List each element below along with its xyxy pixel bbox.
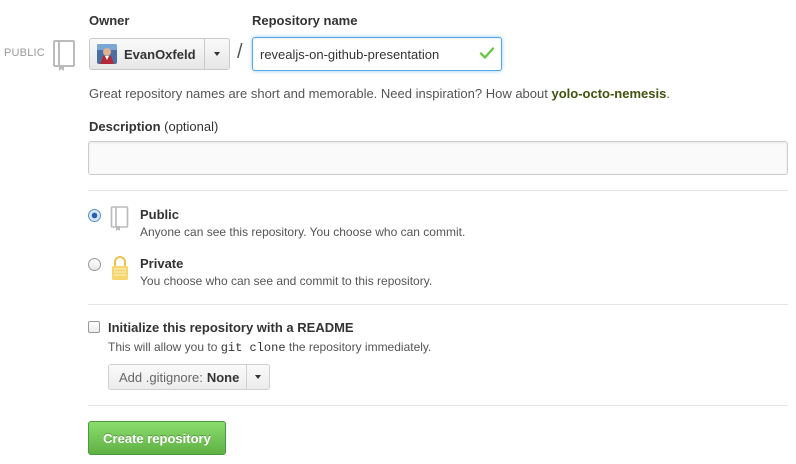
owner-dropdown[interactable]: EvanOxfeld: [89, 38, 230, 70]
readme-desc: This will allow you to git clone the rep…: [108, 340, 432, 355]
divider: [88, 304, 788, 305]
private-title: Private: [140, 256, 184, 271]
owner-repo-separator: /: [237, 41, 243, 63]
private-radio[interactable]: [88, 258, 101, 271]
description-input[interactable]: [88, 141, 788, 175]
repo-name-label: Repository name: [252, 13, 358, 28]
chevron-down-icon[interactable]: [247, 365, 269, 389]
public-book-icon: [110, 206, 129, 231]
description-label: Description (optional): [89, 119, 219, 134]
optional-note: (optional): [164, 119, 219, 134]
check-icon: [479, 47, 495, 59]
readme-title: Initialize this repository with a README: [108, 320, 354, 335]
repo-name-input[interactable]: [252, 37, 502, 71]
public-radio[interactable]: [88, 209, 101, 222]
readme-checkbox[interactable]: [88, 321, 100, 333]
owner-name: EvanOxfeld: [124, 46, 196, 62]
create-repository-button[interactable]: Create repository: [88, 421, 226, 455]
repo-book-icon: [53, 40, 75, 71]
gitignore-value: None: [206, 369, 240, 385]
lock-icon: [112, 256, 128, 280]
owner-label: Owner: [89, 13, 130, 28]
name-suggestion-link[interactable]: yolo-octo-nemesis: [551, 86, 666, 101]
public-desc: Anyone can see this repository. You choo…: [140, 225, 466, 239]
repo-name-hint: Great repository names are short and mem…: [89, 86, 670, 101]
divider: [88, 190, 788, 191]
git-clone-code: git clone: [220, 341, 286, 355]
divider: [88, 405, 788, 406]
private-desc: You choose who can see and commit to thi…: [140, 274, 433, 288]
avatar: [97, 44, 117, 64]
chevron-down-icon[interactable]: [205, 39, 229, 69]
public-title: Public: [140, 207, 180, 222]
gitignore-label: Add .gitignore:: [119, 369, 203, 385]
gitignore-dropdown[interactable]: Add .gitignore: None: [108, 364, 270, 390]
public-tag: PUBLIC: [4, 47, 45, 59]
